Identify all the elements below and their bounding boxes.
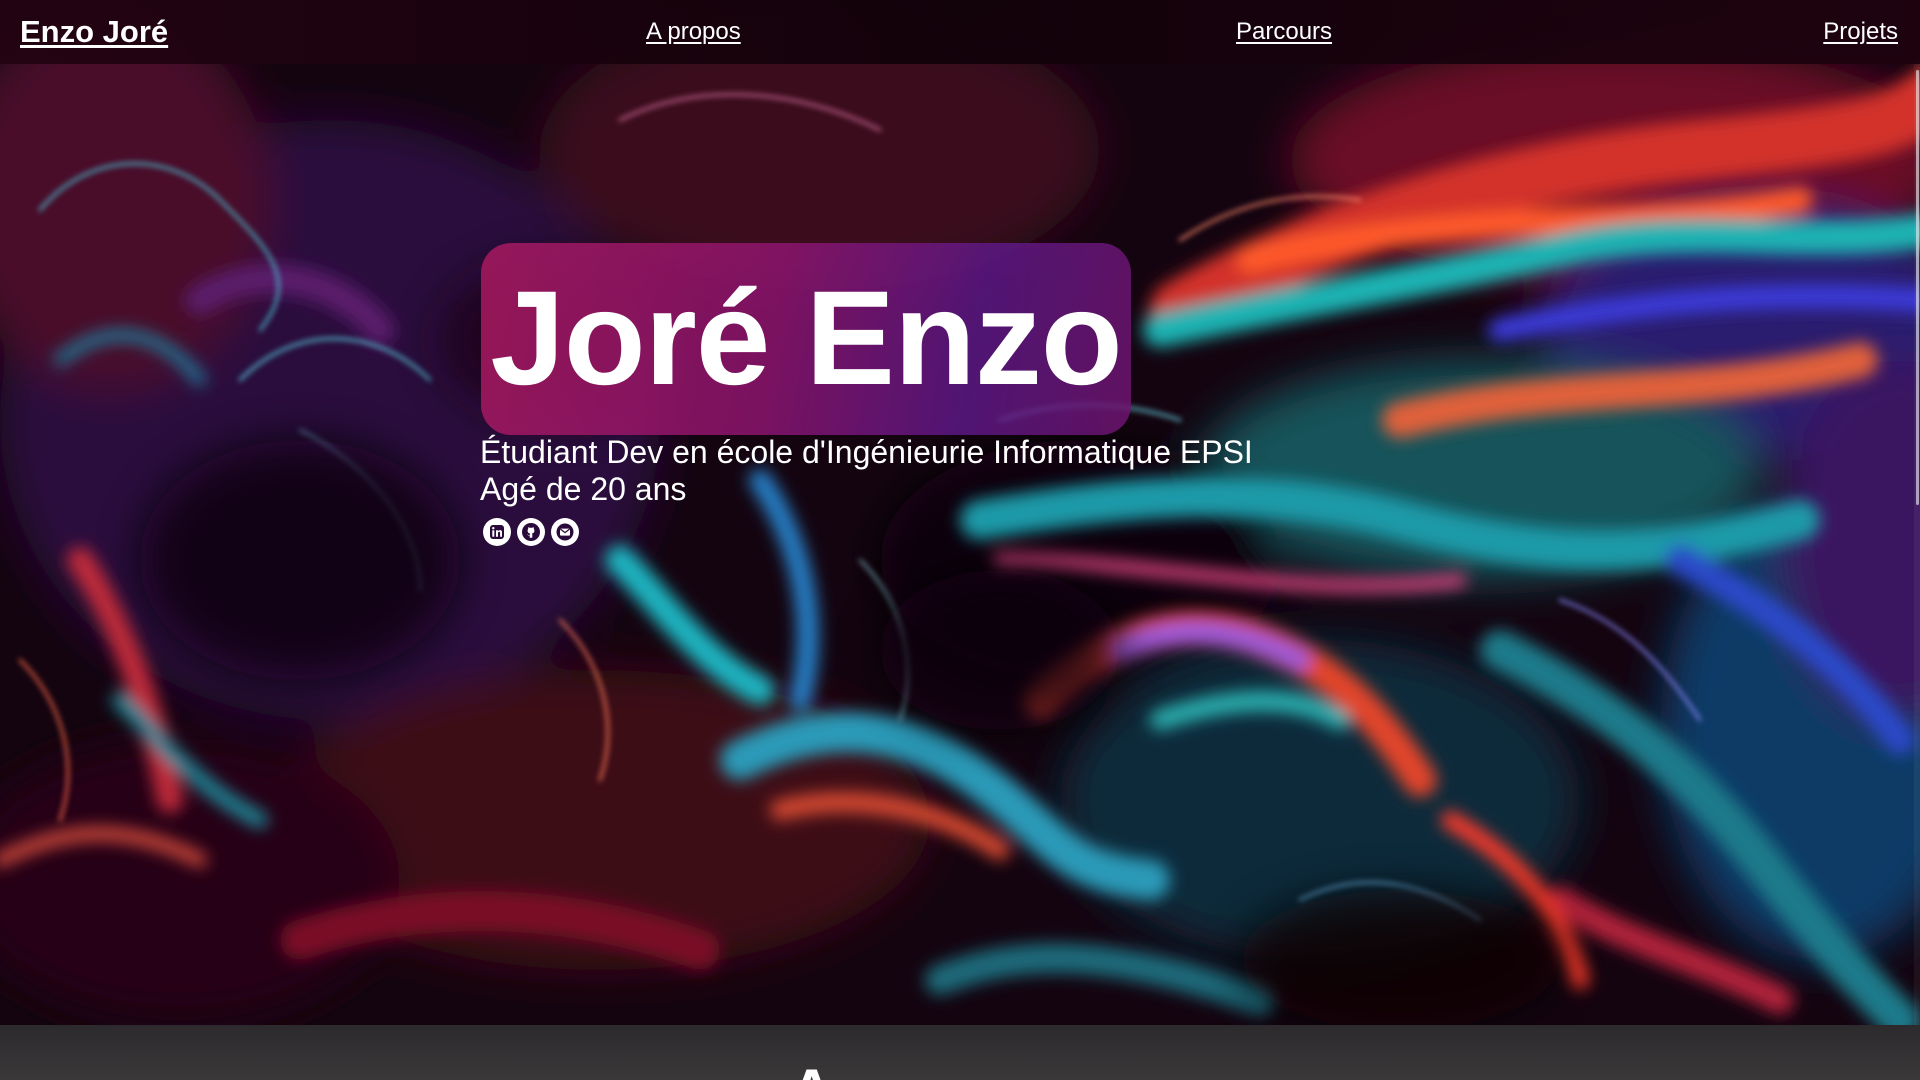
about-section: A <box>0 1025 1920 1080</box>
hero-subtitle-line-2: Agé de 20 ans <box>480 471 687 507</box>
nav-link-a-propos[interactable]: A propos <box>646 18 741 46</box>
mail-icon <box>556 523 574 541</box>
github-icon <box>522 523 540 541</box>
hero-subtitle: Étudiant Dev en école d'Ingénieurie Info… <box>480 434 1253 508</box>
brand-link[interactable]: Enzo Joré <box>20 14 168 50</box>
linkedin-link[interactable] <box>483 518 511 546</box>
github-link[interactable] <box>517 518 545 546</box>
nav-link-projets[interactable]: Projets <box>1823 18 1898 46</box>
about-section-heading: A <box>790 1061 833 1080</box>
hero-subtitle-line-1: Étudiant Dev en école d'Ingénieurie Info… <box>480 434 1253 470</box>
scrollbar-thumb[interactable] <box>1916 70 1919 505</box>
hero-background <box>0 0 1920 1025</box>
hero-name-box: Joré Enzo <box>481 243 1131 435</box>
page: Enzo Joré A propos Parcours Projets Joré… <box>0 0 1920 1080</box>
email-link[interactable] <box>551 518 579 546</box>
social-links <box>483 518 579 546</box>
nav-link-parcours[interactable]: Parcours <box>1236 18 1332 46</box>
linkedin-icon <box>490 525 504 539</box>
hero-name: Joré Enzo <box>490 264 1122 413</box>
top-navbar: Enzo Joré A propos Parcours Projets <box>0 0 1920 64</box>
fluid-art-background <box>0 0 1920 1025</box>
